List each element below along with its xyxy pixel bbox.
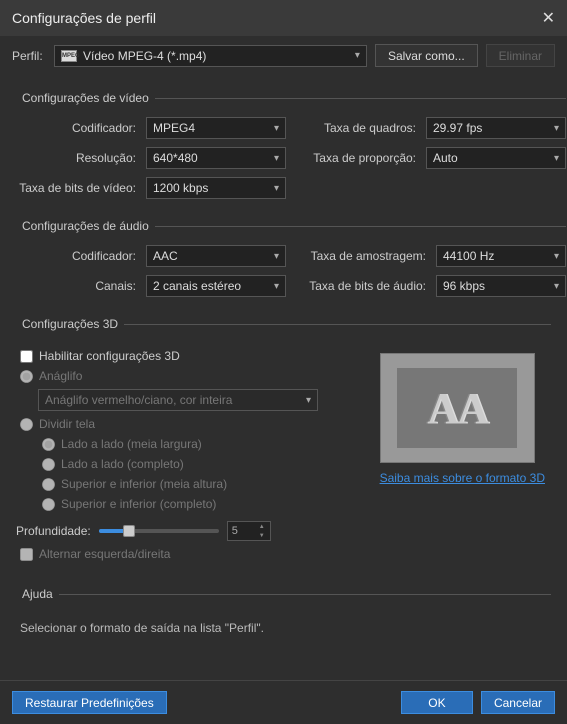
swap-checkbox [20, 548, 33, 561]
titlebar: Configurações de perfil ✕ [0, 0, 567, 36]
video-bitrate-dropdown[interactable]: 1200 kbps [146, 177, 286, 199]
video-settings: Configurações de vídeo Codificador: MPEG… [16, 91, 566, 199]
video-encoder-dropdown[interactable]: MPEG4 [146, 117, 286, 139]
anaglyph-radio [20, 370, 33, 383]
help-legend: Ajuda [16, 587, 59, 601]
aspect-dropdown[interactable]: Auto [426, 147, 566, 169]
depth-row: Profundidade: 5 ▲▼ [16, 521, 368, 541]
channels-dropdown[interactable]: 2 canais estéreo [146, 275, 286, 297]
help-text: Selecionar o formato de saída na lista "… [20, 621, 551, 635]
three-d-preview: AA [380, 353, 535, 463]
enable-3d-row[interactable]: Habilitar configurações 3D [20, 349, 368, 363]
tab-half-row: Superior e inferior (meia altura) [42, 477, 368, 491]
learn-more-link[interactable]: Saiba mais sobre o formato 3D [380, 471, 545, 485]
save-as-button[interactable]: Salvar como... [375, 44, 478, 67]
channels-label: Canais: [16, 279, 136, 293]
anaglyph-preview-icon: AA [427, 383, 487, 434]
audio-legend: Configurações de áudio [16, 219, 155, 233]
framerate-label: Taxa de quadros: [296, 121, 416, 135]
video-legend: Configurações de vídeo [16, 91, 155, 105]
sbs-half-row: Lado a lado (meia largura) [42, 437, 368, 451]
help-section: Ajuda Selecionar o formato de saída na l… [16, 587, 551, 635]
enable-3d-checkbox[interactable] [20, 350, 33, 363]
audio-encoder-label: Codificador: [16, 249, 136, 263]
samplerate-dropdown[interactable]: 44100 Hz [436, 245, 566, 267]
cancel-button[interactable]: Cancelar [481, 691, 555, 714]
ok-button[interactable]: OK [401, 691, 473, 714]
swap-label: Alternar esquerda/direita [39, 547, 170, 561]
split-row: Dividir tela [20, 417, 368, 431]
window-title: Configurações de perfil [12, 10, 156, 26]
profile-row: Perfil: MPEG Vídeo MPEG-4 (*.mp4) Salvar… [0, 36, 567, 71]
audio-bitrate-label: Taxa de bits de áudio: [296, 279, 426, 293]
three-d-settings: Configurações 3D Habilitar configurações… [16, 317, 551, 567]
audio-bitrate-dropdown[interactable]: 96 kbps [436, 275, 566, 297]
samplerate-label: Taxa de amostragem: [296, 249, 426, 263]
three-d-legend: Configurações 3D [16, 317, 124, 331]
close-icon[interactable]: ✕ [542, 8, 555, 28]
footer: Restaurar Predefinições OK Cancelar [0, 680, 567, 724]
sbs-full-row: Lado a lado (completo) [42, 457, 368, 471]
resolution-label: Resolução: [16, 151, 136, 165]
split-label: Dividir tela [39, 417, 95, 431]
profile-label: Perfil: [12, 49, 46, 63]
audio-settings: Configurações de áudio Codificador: AAC … [16, 219, 566, 297]
sbs-full-radio [42, 458, 55, 471]
delete-button: Eliminar [486, 44, 555, 67]
anaglyph-row: Anáglifo [20, 369, 368, 383]
framerate-dropdown[interactable]: 29.97 fps [426, 117, 566, 139]
audio-encoder-dropdown[interactable]: AAC [146, 245, 286, 267]
tab-full-radio [42, 498, 55, 511]
anaglyph-label: Anáglifo [39, 369, 82, 383]
tab-full-row: Superior e inferior (completo) [42, 497, 368, 511]
depth-slider[interactable] [99, 529, 219, 533]
mpeg4-icon: MPEG [61, 50, 77, 62]
resolution-dropdown[interactable]: 640*480 [146, 147, 286, 169]
depth-label: Profundidade: [16, 524, 91, 538]
profile-dropdown[interactable]: MPEG Vídeo MPEG-4 (*.mp4) [54, 45, 367, 67]
content: Configurações de vídeo Codificador: MPEG… [0, 71, 567, 680]
video-encoder-label: Codificador: [16, 121, 136, 135]
anaglyph-mode-dropdown: Anáglifo vermelho/ciano, cor inteira [38, 389, 318, 411]
sbs-half-radio [42, 438, 55, 451]
spinner-arrows-icon[interactable]: ▲▼ [256, 522, 268, 540]
enable-3d-label: Habilitar configurações 3D [39, 349, 180, 363]
split-radio [20, 418, 33, 431]
video-bitrate-label: Taxa de bits de vídeo: [16, 181, 136, 195]
restore-defaults-button[interactable]: Restaurar Predefinições [12, 691, 167, 714]
aspect-label: Taxa de proporção: [296, 151, 416, 165]
swap-row: Alternar esquerda/direita [20, 547, 368, 561]
tab-half-radio [42, 478, 55, 491]
depth-spinner[interactable]: 5 ▲▼ [227, 521, 271, 541]
profile-value: Vídeo MPEG-4 (*.mp4) [83, 49, 206, 63]
